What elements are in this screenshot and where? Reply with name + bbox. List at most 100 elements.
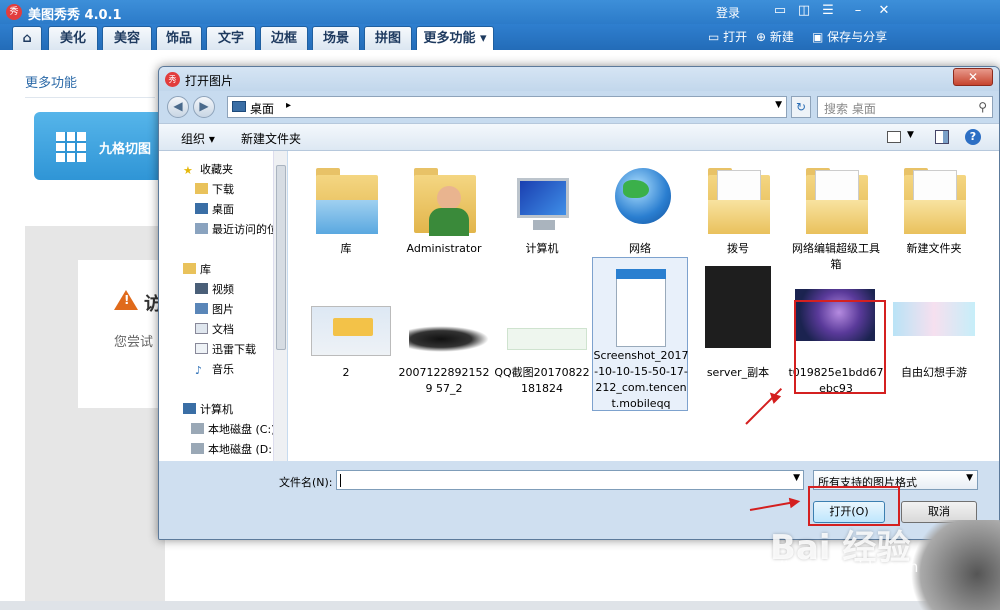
tab-more-label: 更多功能 xyxy=(423,31,476,46)
chevron-down-icon: ▼ xyxy=(966,473,973,483)
file-item-computer[interactable]: 计算机 xyxy=(494,155,590,295)
file-item-freedom-fantasy[interactable]: 自由幻想手游 xyxy=(886,279,982,419)
menu-icon[interactable]: ☰ xyxy=(818,2,838,20)
file-item-image-20071228[interactable]: 20071228921529 57_2 xyxy=(396,279,492,419)
file-item-screenshot-mobileqq[interactable]: Screenshot_2017-10-10-15-50-17-212_com.t… xyxy=(592,257,689,411)
preview-pane-icon[interactable] xyxy=(935,130,949,144)
tab-more[interactable]: 更多功能 ▾ xyxy=(416,26,494,50)
save-share-button[interactable]: ▣ 保存与分享 xyxy=(812,28,887,46)
back-arrow-icon[interactable]: ◀ xyxy=(167,96,189,118)
nav-scrollbar-thumb[interactable] xyxy=(276,165,286,350)
new-folder-button[interactable]: 新建文件夹 xyxy=(241,130,301,147)
computer-icon xyxy=(183,403,196,414)
app-titlebar: 秀 美图秀秀 4.0.1 登录 ▭ ◫ ☰ – ✕ xyxy=(0,0,1000,24)
tab-collage[interactable]: 拼图 xyxy=(364,26,412,50)
search-input[interactable]: 搜索 桌面 ⚲ xyxy=(817,96,993,118)
image-thumbnail xyxy=(893,284,975,364)
download-folder-icon xyxy=(195,183,208,194)
address-bar[interactable]: 桌面 ▸ ▼ xyxy=(227,96,787,118)
nav-videos[interactable]: 视频 xyxy=(195,281,234,299)
nav-favorites[interactable]: ★ 收藏夹 xyxy=(183,161,233,179)
nav-disk-d[interactable]: 本地磁盘 (D: xyxy=(191,441,272,459)
library-folder-icon xyxy=(311,160,381,240)
file-item-qq-screenshot[interactable]: QQ截图20170822181824 xyxy=(494,279,590,419)
folder-icon: ▭ xyxy=(708,30,720,44)
nav-pictures[interactable]: 图片 xyxy=(195,301,234,319)
home-tab[interactable]: ⌂ xyxy=(12,26,42,50)
file-item-toolbox[interactable]: 网络编辑超级工具箱 xyxy=(788,155,884,295)
view-dropdown-icon[interactable]: ▼ xyxy=(907,130,914,140)
help-icon[interactable]: ? xyxy=(965,129,981,145)
navigation-pane: ★ 收藏夹 下载 桌面 最近访问的位 库 视频 图片 文档 迅雷下载 ♪ 音乐 计算 xyxy=(159,151,287,461)
nav-scrollbar[interactable] xyxy=(273,151,287,461)
dialog-close-button[interactable]: ✕ xyxy=(953,68,993,86)
open-file-button[interactable]: ▭ 打开 xyxy=(708,28,747,46)
tab-border[interactable]: 边框 xyxy=(260,26,308,50)
tab-decoration[interactable]: 饰品 xyxy=(156,26,202,50)
image-thumbnail xyxy=(703,266,773,364)
feature-card-nine-grid[interactable]: 九格切图 xyxy=(34,112,174,180)
new-label: 新建 xyxy=(769,30,794,44)
breadcrumb-arrow-icon[interactable]: ▸ xyxy=(286,100,291,111)
close-icon[interactable]: ✕ xyxy=(874,2,894,20)
feedback-icon[interactable]: ▭ xyxy=(770,2,790,20)
login-link[interactable]: 登录 xyxy=(716,4,740,21)
search-placeholder: 搜索 桌面 xyxy=(824,102,876,116)
computer-icon xyxy=(507,160,577,240)
forward-arrow-icon[interactable]: ▶ xyxy=(193,96,215,118)
tab-beautify[interactable]: 美化 xyxy=(48,26,98,50)
dialog-titlebar: 秀 打开图片 ✕ xyxy=(159,67,999,91)
filename-label: 文件名(N): xyxy=(279,476,333,489)
minimize-icon[interactable]: – xyxy=(848,2,868,20)
nav-disk-c[interactable]: 本地磁盘 (C:) xyxy=(191,421,275,439)
video-icon xyxy=(195,283,208,294)
xunlei-folder-icon xyxy=(195,343,208,354)
recent-places-icon xyxy=(195,223,208,234)
folder-icon xyxy=(801,160,871,240)
file-item-libraries[interactable]: 库 xyxy=(298,155,394,295)
app-logo-icon: 秀 xyxy=(6,4,22,20)
nav-downloads[interactable]: 下载 xyxy=(195,181,234,199)
tab-scene[interactable]: 场景 xyxy=(312,26,360,50)
save-share-label: 保存与分享 xyxy=(827,30,888,44)
nav-computer[interactable]: 计算机 xyxy=(183,401,233,419)
document-icon xyxy=(195,323,208,334)
baidu-watermark-url: jingyan.baidu.com xyxy=(780,558,919,576)
nav-desktop[interactable]: 桌面 xyxy=(195,201,234,219)
annotation-highlight-file xyxy=(794,300,886,394)
text-caret xyxy=(340,474,341,487)
tip-box: ! 访 您尝试 xyxy=(78,260,163,408)
nav-xunlei[interactable]: 迅雷下载 xyxy=(195,341,256,359)
section-title: 更多功能 xyxy=(25,76,78,91)
desktop-icon xyxy=(232,101,246,112)
star-icon: ★ xyxy=(183,164,193,177)
new-button[interactable]: ⊕ 新建 xyxy=(756,28,794,46)
disk-icon xyxy=(191,443,204,454)
file-item-image-2[interactable]: 2 xyxy=(298,279,394,419)
chevron-down-icon[interactable]: ▼ xyxy=(775,100,782,110)
nav-recent[interactable]: 最近访问的位 xyxy=(195,221,278,239)
dialog-navbar: ◀ ▶ 桌面 ▸ ▼ ↻ 搜索 桌面 ⚲ xyxy=(159,91,999,121)
user-folder-icon xyxy=(409,160,479,240)
filename-input[interactable]: ▼ xyxy=(336,470,804,490)
settings-icon[interactable]: ◫ xyxy=(794,2,814,20)
search-icon[interactable]: ⚲ xyxy=(978,100,987,114)
image-thumbnail xyxy=(311,284,391,364)
dialog-title: 打开图片 xyxy=(185,74,234,88)
tab-beauty[interactable]: 美容 xyxy=(102,26,152,50)
nav-music[interactable]: ♪ 音乐 xyxy=(195,361,234,379)
folder-icon xyxy=(703,160,773,240)
tab-text[interactable]: 文字 xyxy=(206,26,256,50)
organize-button[interactable]: 组织 ▾ xyxy=(181,130,215,147)
nav-libraries[interactable]: 库 xyxy=(183,261,211,279)
section-divider xyxy=(25,97,155,98)
file-item-new-folder[interactable]: 新建文件夹 xyxy=(886,155,982,295)
dialog-toolbar: 组织 ▾ 新建文件夹 ▼ ? xyxy=(159,123,999,151)
network-globe-icon xyxy=(605,160,675,240)
view-options-icon[interactable] xyxy=(887,131,901,143)
refresh-icon[interactable]: ↻ xyxy=(791,96,811,118)
file-item-administrator[interactable]: Administrator xyxy=(396,155,492,295)
chevron-down-icon[interactable]: ▼ xyxy=(793,473,800,483)
nav-documents[interactable]: 文档 xyxy=(195,321,234,339)
tip-text: 您尝试 xyxy=(114,335,154,350)
